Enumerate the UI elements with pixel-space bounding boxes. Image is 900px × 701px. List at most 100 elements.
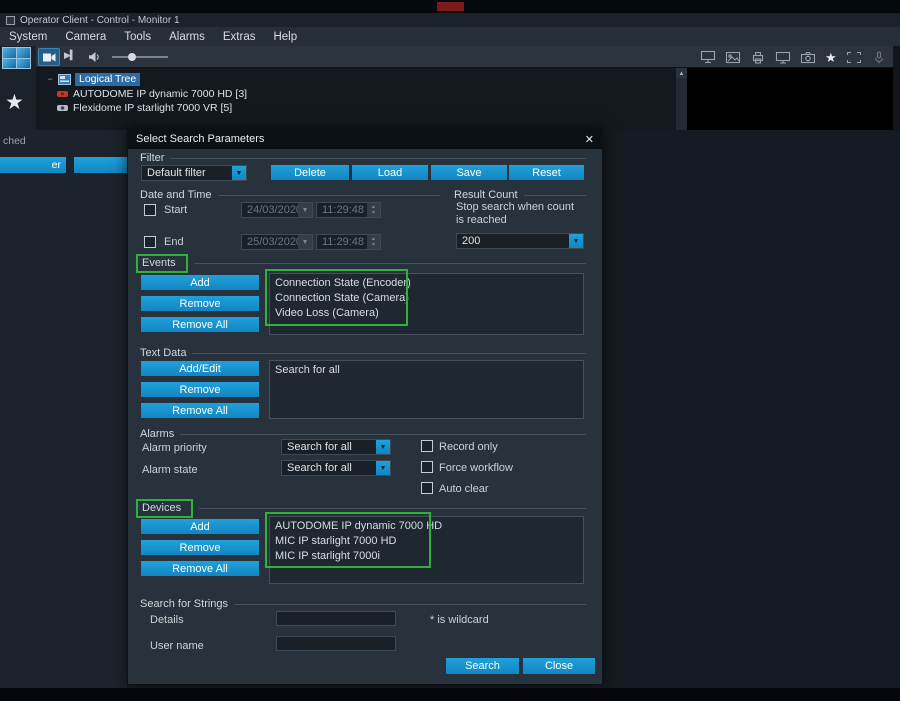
microphone-icon[interactable] — [871, 51, 887, 64]
dome-camera-icon — [56, 103, 69, 113]
tree-scrollbar[interactable]: ▲ — [676, 68, 687, 130]
events-remove-button[interactable]: Remove — [141, 296, 259, 311]
tree-root-label[interactable]: Logical Tree — [75, 73, 140, 86]
force-workflow-label: Force workflow — [439, 462, 513, 474]
devices-list-item[interactable]: AUTODOME IP dynamic 7000 HD — [275, 519, 578, 534]
select-search-parameters-dialog: Select Search Parameters ✕ Filter Defaul… — [127, 128, 603, 685]
volume-slider — [112, 56, 168, 58]
close-button[interactable]: Close — [523, 658, 595, 674]
video-camera-icon — [43, 53, 56, 62]
dialog-titlebar: Select Search Parameters ✕ — [128, 129, 602, 149]
username-input[interactable] — [276, 636, 396, 651]
menu-help[interactable]: Help — [264, 31, 306, 43]
text-data-list[interactable]: Search for all — [269, 360, 584, 419]
auto-clear-checkbox[interactable] — [421, 482, 433, 494]
tree-item-flexidome[interactable]: Flexidome IP starlight 7000 VR [5] — [56, 101, 232, 115]
devices-remove-button[interactable]: Remove — [141, 540, 259, 555]
events-remove-all-button[interactable]: Remove All — [141, 317, 259, 332]
dropdown-arrow-icon[interactable]: ▼ — [376, 461, 390, 475]
dropdown-arrow-icon[interactable]: ▼ — [376, 440, 390, 454]
menu-system[interactable]: System — [0, 31, 56, 43]
speaker-icon[interactable] — [88, 51, 100, 63]
scroll-up-arrow[interactable]: ▲ — [676, 68, 687, 79]
events-add-button[interactable]: Add — [141, 275, 259, 290]
dropdown-arrow-icon[interactable]: ▼ — [232, 166, 246, 180]
auto-clear-label: Auto clear — [439, 483, 489, 495]
filter-select-value: Default filter — [147, 167, 206, 179]
select-region-icon[interactable] — [846, 51, 862, 64]
text-data-remove-button[interactable]: Remove — [141, 382, 259, 397]
menu-extras[interactable]: Extras — [214, 31, 265, 43]
devices-remove-all-button[interactable]: Remove All — [141, 561, 259, 576]
datetime-group-header: Date and Time — [140, 189, 440, 201]
force-workflow-checkbox[interactable] — [421, 461, 433, 473]
app-title: Operator Client - Control - Monitor 1 — [20, 15, 180, 26]
export-monitor-icon[interactable] — [700, 50, 716, 64]
text-data-group-label: Text Data — [140, 347, 186, 359]
filter-group-label: Filter — [140, 152, 164, 164]
screen: Operator Client - Control - Monitor 1 Sy… — [0, 0, 900, 701]
left-toolbar-strip: ★ — [0, 46, 36, 130]
devices-list-item[interactable]: MIC IP starlight 7000 HD — [275, 534, 578, 549]
tree-root-row[interactable]: − Logical Tree — [46, 72, 140, 86]
devices-label-annotation: Devices — [136, 499, 193, 518]
end-label: End — [164, 236, 184, 248]
events-list-item[interactable]: Video Loss (Camera) — [275, 306, 578, 321]
text-data-add-edit-button[interactable]: Add/Edit — [141, 361, 259, 376]
background-right — [603, 130, 900, 688]
result-count-select[interactable]: 200 ▼ — [456, 233, 584, 249]
save-button[interactable]: Save — [431, 165, 507, 180]
result-count-group-header: Result Count — [454, 189, 586, 201]
right-toolbar-icons: ★ — [700, 46, 887, 68]
printer-icon[interactable] — [750, 51, 766, 64]
monitor-icon[interactable] — [775, 51, 791, 64]
events-list-item[interactable]: Connection State (Camera) — [275, 291, 578, 306]
events-list-item[interactable]: Connection State (Encoder) — [275, 276, 578, 291]
clipped-panel-label: ched — [3, 135, 26, 147]
record-only-checkbox[interactable] — [421, 440, 433, 452]
details-input[interactable] — [276, 611, 396, 626]
collapse-icon[interactable]: − — [46, 74, 54, 84]
menu-bar: System Camera Tools Alarms Extras Help — [0, 27, 900, 46]
devices-list-item[interactable]: MIC IP starlight 7000i — [275, 549, 578, 564]
devices-list[interactable]: AUTODOME IP dynamic 7000 HD MIC IP starl… — [269, 516, 584, 584]
end-checkbox[interactable] — [144, 236, 156, 248]
dropdown-arrow-icon[interactable]: ▼ — [569, 234, 583, 248]
video-camera-button[interactable] — [38, 48, 60, 66]
clipped-blue-button[interactable]: er — [0, 157, 66, 173]
tile-layout-icon[interactable] — [2, 47, 31, 69]
menu-tools[interactable]: Tools — [115, 31, 160, 43]
username-label: User name — [150, 640, 204, 652]
events-label-annotation: Events — [136, 254, 188, 273]
dialog-close-icon[interactable]: ✕ — [585, 133, 594, 146]
favorite-star-icon[interactable]: ★ — [825, 51, 837, 64]
volume-slider-knob[interactable] — [128, 53, 136, 61]
filter-select[interactable]: Default filter ▼ — [141, 165, 247, 181]
result-count-label: Result Count — [454, 189, 518, 201]
step-frame-icon[interactable]: ▶▍ — [64, 50, 76, 61]
text-data-group-header: Text Data — [140, 347, 586, 359]
tree-item-label[interactable]: AUTODOME IP dynamic 7000 HD [3] — [73, 88, 247, 100]
app-titlebar: Operator Client - Control - Monitor 1 — [0, 13, 900, 27]
snapshot-camera-icon[interactable] — [800, 51, 816, 64]
text-data-remove-all-button[interactable]: Remove All — [141, 403, 259, 418]
favorites-tree-icon[interactable]: ★ — [5, 92, 24, 113]
start-date-select: 24/03/2020 ▼ — [241, 202, 313, 218]
start-checkbox[interactable] — [144, 204, 156, 216]
filter-group-header: Filter — [140, 152, 586, 164]
devices-add-button[interactable]: Add — [141, 519, 259, 534]
reset-button[interactable]: Reset — [509, 165, 584, 180]
alarm-state-select[interactable]: Search for all ▼ — [281, 460, 391, 476]
clipped-blue-button-2[interactable] — [74, 157, 127, 173]
tree-item-autodome[interactable]: AUTODOME IP dynamic 7000 HD [3] — [56, 87, 247, 101]
menu-alarms[interactable]: Alarms — [160, 31, 214, 43]
menu-camera[interactable]: Camera — [56, 31, 115, 43]
alarm-priority-select[interactable]: Search for all ▼ — [281, 439, 391, 455]
search-button[interactable]: Search — [446, 658, 519, 674]
image-icon[interactable] — [725, 51, 741, 64]
end-time-spinner: 11:29:48 ▲▼ — [316, 234, 381, 250]
events-list[interactable]: Connection State (Encoder) Connection St… — [269, 273, 584, 335]
tree-item-label[interactable]: Flexidome IP starlight 7000 VR [5] — [73, 102, 232, 114]
delete-button[interactable]: Delete — [271, 165, 349, 180]
load-button[interactable]: Load — [352, 165, 428, 180]
